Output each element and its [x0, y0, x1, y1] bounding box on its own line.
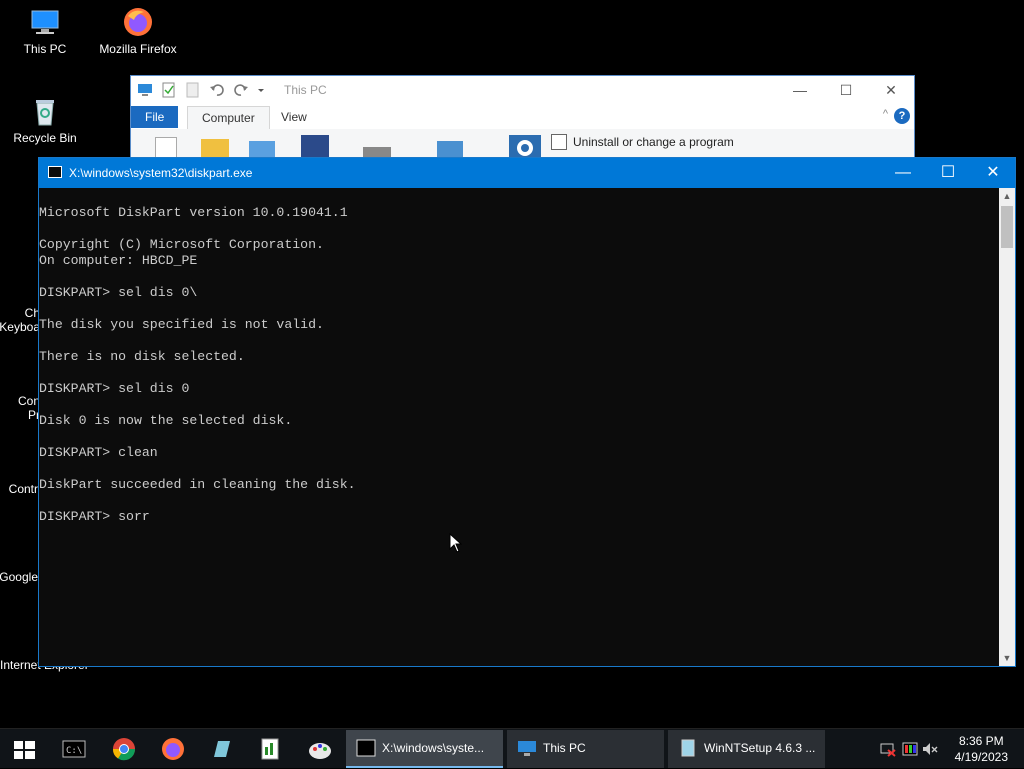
- desktop-icon-firefox[interactable]: Mozilla Firefox: [93, 6, 183, 56]
- desktop-icon-google-chrome[interactable]: Google: [0, 570, 38, 584]
- uninstall-program-button[interactable]: Uninstall or change a program: [551, 134, 734, 150]
- console-line: There is no disk selected.: [39, 349, 245, 364]
- start-button[interactable]: [8, 733, 40, 765]
- chrome-taskbar-icon[interactable]: [108, 733, 140, 765]
- imaging-taskbar-icon[interactable]: [206, 733, 238, 765]
- console-app-icon: [356, 739, 376, 757]
- desktop-icon-label: Google: [0, 570, 38, 584]
- properties-icon[interactable]: [161, 82, 177, 98]
- taskbar: C:\ X:\windows\syste... This PC WinNTSet…: [0, 728, 1024, 768]
- this-pc-icon: [517, 739, 537, 757]
- console-titlebar[interactable]: X:\windows\system32\diskpart.exe — ☐ ✕: [39, 158, 1015, 188]
- desktop-icon-keyboard[interactable]: Ch Keyboa: [0, 306, 40, 334]
- undo-icon[interactable]: [209, 82, 225, 98]
- desktop-icon-label: Con: [17, 394, 40, 408]
- clock-time: 8:36 PM: [958, 734, 1004, 748]
- diskpart-console-window[interactable]: X:\windows\system32\diskpart.exe — ☐ ✕ M…: [38, 157, 1016, 667]
- scroll-thumb[interactable]: [1001, 206, 1013, 248]
- chevron-down-icon[interactable]: [257, 82, 265, 98]
- svg-text:C:\: C:\: [66, 746, 82, 756]
- display-color-icon[interactable]: [902, 741, 918, 760]
- winntsetup-icon: [678, 739, 698, 757]
- desktop-icon-label: Keyboa: [0, 320, 40, 334]
- explorer-titlebar[interactable]: This PC — ☐ ✕: [131, 76, 914, 104]
- quick-access-toolbar: [137, 82, 265, 98]
- close-button[interactable]: ✕: [970, 158, 1016, 188]
- console-output[interactable]: Microsoft DiskPart version 10.0.19041.1 C…: [39, 188, 999, 666]
- recycle-bin-icon: [29, 95, 61, 127]
- taskbar-button-winntsetup[interactable]: WinNTSetup 4.6.3 ...: [668, 730, 825, 768]
- console-line: On computer: HBCD_PE: [39, 253, 198, 268]
- redo-icon[interactable]: [233, 82, 249, 98]
- windows-logo-icon: [14, 741, 35, 759]
- taskbar-button-label: X:\windows\syste...: [382, 741, 485, 755]
- console-line: The disk you specified is not valid.: [39, 317, 324, 332]
- explorer-title: This PC: [284, 83, 327, 97]
- uninstall-icon: [551, 134, 567, 150]
- scroll-down-icon[interactable]: ▼: [999, 650, 1015, 666]
- console-line: DISKPART> sel dis 0\: [39, 285, 198, 300]
- minimize-button[interactable]: —: [777, 76, 823, 104]
- scroll-up-icon[interactable]: ▲: [999, 188, 1015, 204]
- network-disconnected-icon[interactable]: [880, 741, 896, 760]
- console-title: X:\windows\system32\diskpart.exe: [69, 166, 253, 180]
- clock-date: 4/19/2023: [954, 750, 1008, 764]
- mouse-cursor-icon: [449, 532, 463, 553]
- firefox-taskbar-icon[interactable]: [157, 733, 189, 765]
- console-line: Copyright (C) Microsoft Corporation.: [39, 237, 324, 252]
- desktop-icon-this-pc[interactable]: This PC: [0, 6, 90, 56]
- desktop-icon-label: Contr: [8, 482, 38, 496]
- desktop-icon-label: Ch: [24, 306, 40, 320]
- firefox-icon: [122, 6, 154, 38]
- system-tray: 8:36 PM 4/19/2023: [874, 729, 1024, 769]
- minimize-button[interactable]: —: [880, 158, 926, 188]
- close-button[interactable]: ✕: [868, 76, 914, 104]
- desktop-icon-label: Recycle Bin: [13, 131, 77, 145]
- uninstall-label: Uninstall or change a program: [573, 135, 734, 149]
- speaker-muted-icon[interactable]: [922, 741, 938, 760]
- ribbon-tabs: File Computer View ^ ?: [131, 104, 914, 129]
- desktop-icon-control-panel[interactable]: Contr: [0, 482, 38, 496]
- command-prompt-taskbar-icon[interactable]: C:\: [58, 733, 90, 765]
- maximize-button[interactable]: ☐: [925, 158, 971, 188]
- desktop-icon-label: Pr: [28, 408, 40, 422]
- desktop-icon-command-prompt[interactable]: Con Pr: [0, 394, 40, 422]
- collapse-ribbon-icon[interactable]: ^: [883, 108, 888, 120]
- console-line: DiskPart succeeded in cleaning the disk.: [39, 477, 356, 492]
- maximize-button[interactable]: ☐: [823, 76, 869, 104]
- spreadsheet-taskbar-icon[interactable]: [254, 733, 286, 765]
- desktop-icon-label: This PC: [23, 42, 67, 56]
- new-folder-icon[interactable]: [185, 82, 201, 98]
- console-line: DISKPART> sel dis 0: [39, 381, 190, 396]
- tab-view[interactable]: View: [267, 106, 321, 128]
- console-line: DISKPART> clean: [39, 445, 158, 460]
- taskbar-button-this-pc[interactable]: This PC: [507, 730, 664, 768]
- desktop-icon-label: Mozilla Firefox: [99, 42, 177, 56]
- this-pc-icon: [29, 6, 61, 38]
- paint-taskbar-icon[interactable]: [304, 733, 336, 765]
- console-line: Microsoft DiskPart version 10.0.19041.1: [39, 205, 348, 220]
- clock[interactable]: 8:36 PM 4/19/2023: [955, 733, 1008, 765]
- console-line: Disk 0 is now the selected disk.: [39, 413, 293, 428]
- console-line: DISKPART> sorr: [39, 509, 150, 524]
- vertical-scrollbar[interactable]: ▲ ▼: [999, 188, 1015, 666]
- console-app-icon: [48, 166, 62, 178]
- tab-computer[interactable]: Computer: [187, 106, 270, 129]
- help-icon[interactable]: ?: [894, 108, 910, 124]
- taskbar-button-label: This PC: [543, 741, 586, 755]
- taskbar-button-diskpart[interactable]: X:\windows\syste...: [346, 730, 503, 768]
- computer-icon: [137, 82, 153, 98]
- desktop-icon-recycle-bin[interactable]: Recycle Bin: [0, 95, 90, 145]
- taskbar-button-label: WinNTSetup 4.6.3 ...: [704, 741, 816, 755]
- tab-file[interactable]: File: [131, 106, 179, 128]
